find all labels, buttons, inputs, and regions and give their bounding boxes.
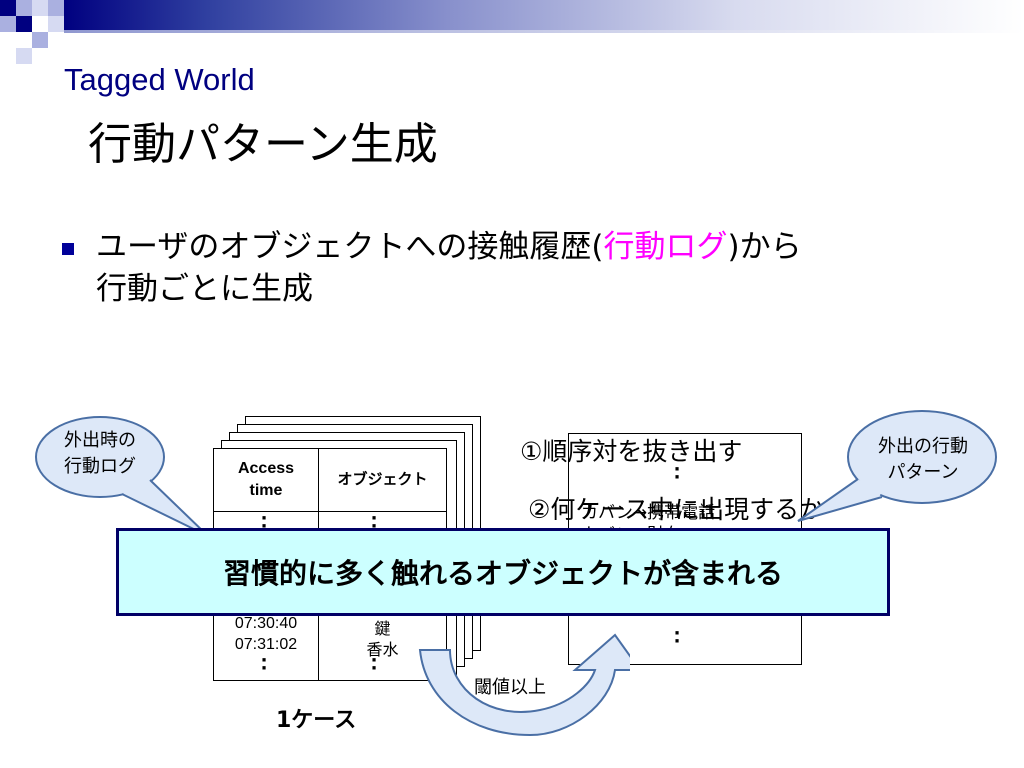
- header-object: オブジェクト: [319, 449, 446, 512]
- ellipsis-time-bottom: · ·: [260, 650, 268, 679]
- header-access-time: Access time: [214, 449, 318, 512]
- bubble-right-line2: パターン: [887, 462, 959, 483]
- ellipsis-pattern-top: · ·: [673, 459, 681, 488]
- step-1-text: ①順序対を抜き出す: [520, 437, 743, 466]
- bullet-text-line2: 行動ごとに生成: [96, 271, 313, 307]
- bullet-square-icon: [62, 243, 74, 255]
- ellipsis-object-bottom: · ·: [370, 650, 378, 679]
- bullet-text: ユーザのオブジェクトへの接触履歴(行動ログ)から 行動ごとに生成: [96, 226, 976, 310]
- bubble-left-text: 外出時の 行動ログ: [40, 428, 160, 480]
- bubble-right-text: 外出の行動 パターン: [848, 434, 998, 486]
- slide-title-en: Tagged World: [64, 62, 255, 97]
- bubble-right-line1: 外出の行動: [878, 436, 968, 457]
- case-label: 1ケース: [276, 708, 357, 733]
- bubble-left-line2: 行動ログ: [64, 456, 136, 477]
- top-gradient-bar: [64, 0, 1024, 30]
- bubble-left-line1: 外出時の: [64, 430, 136, 451]
- bullet-text-before: ユーザのオブジェクトへの接触履歴(: [96, 229, 604, 265]
- row-time-1: 07:30:40: [234, 615, 298, 632]
- bullet-text-highlight: 行動ログ: [603, 229, 728, 265]
- top-gradient-line: [64, 30, 1024, 33]
- ellipsis-pattern-bottom: · ·: [673, 623, 681, 652]
- conclusion-banner: 習慣的に多く触れるオブジェクトが含まれる: [116, 528, 890, 616]
- bullet-text-after: )から: [727, 229, 802, 265]
- slide-title-ja: 行動パターン生成: [88, 119, 438, 170]
- threshold-label: 閾値以上: [474, 677, 546, 698]
